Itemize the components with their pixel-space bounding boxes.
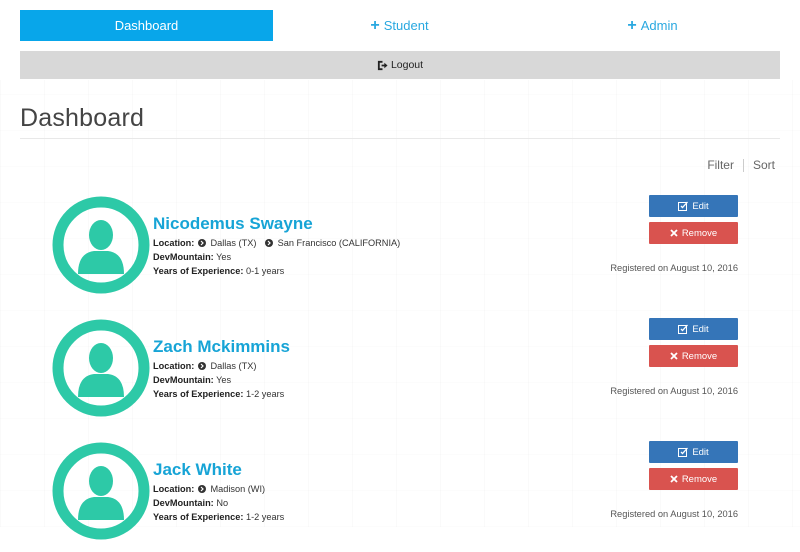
experience-label: Years of Experience: <box>153 266 244 276</box>
close-icon <box>670 352 678 360</box>
student-name[interactable]: Zach Mckimmins <box>153 337 290 357</box>
edit-icon <box>678 447 689 457</box>
devmountain-line: DevMountain: No <box>153 498 228 508</box>
location-label: Location: <box>153 238 195 248</box>
top-navigation: Dashboard + Student + Admin <box>20 10 780 41</box>
edit-label: Edit <box>692 200 709 212</box>
devmountain-value: Yes <box>216 252 232 262</box>
logout-label: Logout <box>390 59 424 71</box>
edit-button[interactable]: Edit <box>649 441 738 463</box>
logout-icon <box>377 60 388 70</box>
avatar-icon <box>52 319 150 417</box>
tab-dashboard-label: Dashboard <box>114 18 179 33</box>
location-value: San Francisco (CALIFORNIA) <box>277 238 401 248</box>
experience-value: 1-2 years <box>245 512 285 522</box>
sort-link[interactable]: Sort <box>753 158 775 172</box>
remove-label: Remove <box>681 350 718 362</box>
chevron-circle-icon <box>197 239 206 247</box>
filter-link[interactable]: Filter <box>707 158 734 172</box>
location-line: Location: Dallas (TX) San Francisco (CAL… <box>153 238 400 248</box>
tab-add-student-label: Student <box>383 18 429 33</box>
location-value: Madison (WI) <box>210 484 266 494</box>
experience-label: Years of Experience: <box>153 512 244 522</box>
edit-icon <box>678 324 689 334</box>
student-card: Nicodemus Swayne Location: Dallas (TX) S… <box>0 195 800 306</box>
experience-line: Years of Experience: 1-2 years <box>153 389 284 399</box>
devmountain-label: DevMountain: <box>153 498 214 508</box>
title-divider <box>20 138 780 139</box>
student-card: Zach Mckimmins Location: Dallas (TX) Dev… <box>0 318 800 429</box>
tab-add-student[interactable]: + Student <box>273 10 526 41</box>
chevron-circle-icon <box>197 362 206 370</box>
devmountain-line: DevMountain: Yes <box>153 375 231 385</box>
experience-value: 1-2 years <box>245 389 285 399</box>
tab-add-admin[interactable]: + Admin <box>526 10 779 41</box>
filter-sort-controls: Filter Sort <box>707 158 775 172</box>
edit-icon <box>678 201 689 211</box>
experience-value: 0-1 years <box>245 266 285 276</box>
plus-icon: + <box>370 16 380 34</box>
student-name[interactable]: Jack White <box>153 460 242 480</box>
remove-button[interactable]: Remove <box>649 468 738 490</box>
page-title: Dashboard <box>20 104 145 132</box>
remove-button[interactable]: Remove <box>649 222 738 244</box>
location-label: Location: <box>153 484 195 494</box>
tab-add-admin-label: Admin <box>640 18 678 33</box>
location-line: Location: Madison (WI) <box>153 484 265 494</box>
remove-button[interactable]: Remove <box>649 345 738 367</box>
logout-button[interactable]: Logout <box>20 51 780 79</box>
registered-date: Registered on August 10, 2016 <box>610 509 738 519</box>
student-name[interactable]: Nicodemus Swayne <box>153 214 313 234</box>
edit-button[interactable]: Edit <box>649 195 738 217</box>
edit-label: Edit <box>692 323 709 335</box>
location-value: Dallas (TX) <box>210 238 257 248</box>
avatar-icon <box>52 442 150 540</box>
experience-label: Years of Experience: <box>153 389 244 399</box>
avatar-icon <box>52 196 150 294</box>
devmountain-label: DevMountain: <box>153 375 214 385</box>
experience-line: Years of Experience: 0-1 years <box>153 266 284 276</box>
registered-date: Registered on August 10, 2016 <box>610 263 738 273</box>
devmountain-line: DevMountain: Yes <box>153 252 231 262</box>
remove-label: Remove <box>681 227 718 239</box>
edit-button[interactable]: Edit <box>649 318 738 340</box>
devmountain-value: Yes <box>216 375 232 385</box>
experience-line: Years of Experience: 1-2 years <box>153 512 284 522</box>
location-value: Dallas (TX) <box>210 361 257 371</box>
location-line: Location: Dallas (TX) <box>153 361 256 371</box>
registered-date: Registered on August 10, 2016 <box>610 386 738 396</box>
location-label: Location: <box>153 361 195 371</box>
close-icon <box>670 229 678 237</box>
tab-dashboard[interactable]: Dashboard <box>20 10 273 41</box>
chevron-circle-icon <box>197 485 206 493</box>
devmountain-label: DevMountain: <box>153 252 214 262</box>
divider <box>742 158 744 172</box>
remove-label: Remove <box>681 473 718 485</box>
devmountain-value: No <box>216 498 229 508</box>
plus-icon: + <box>627 16 637 34</box>
edit-label: Edit <box>692 446 709 458</box>
close-icon <box>670 475 678 483</box>
student-card: Jack White Location: Madison (WI) DevMou… <box>0 441 800 552</box>
chevron-circle-icon <box>265 239 274 247</box>
